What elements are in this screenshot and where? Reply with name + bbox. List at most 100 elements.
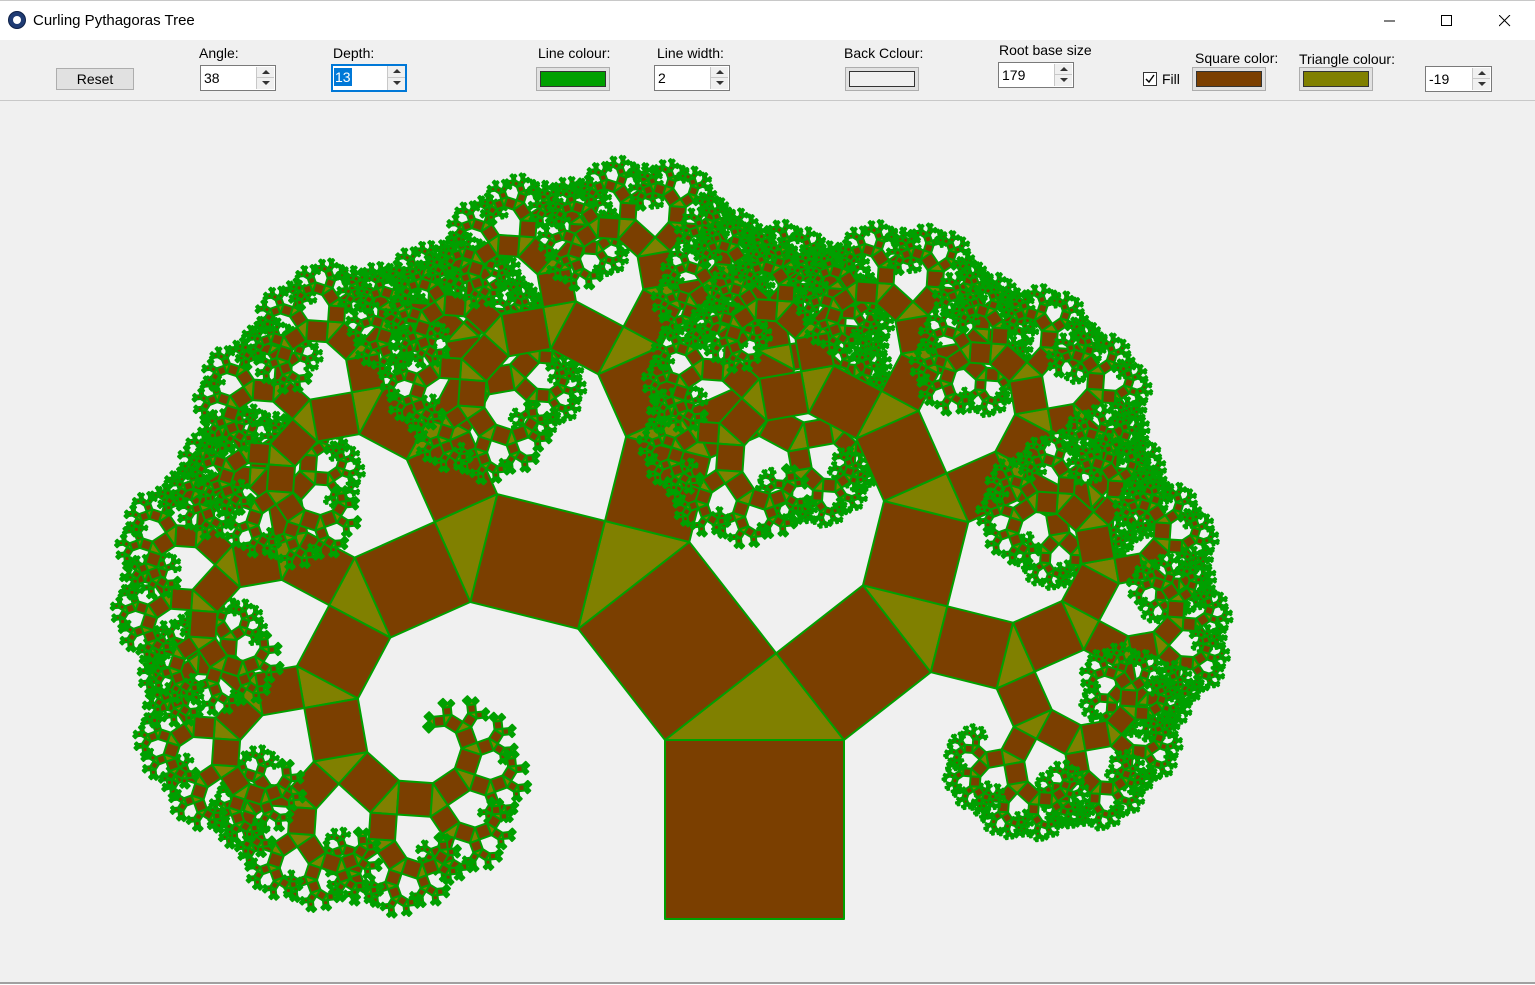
depth-spinner[interactable]: 13 [331, 64, 407, 92]
leaf-square [133, 741, 140, 747]
leaf-square [153, 687, 160, 694]
root-base-size-down-arrow-icon[interactable] [1055, 75, 1072, 86]
leaf-square [332, 440, 338, 446]
depth-value[interactable]: 13 [334, 68, 352, 86]
leaf-square [379, 261, 385, 266]
leaf-square [305, 906, 312, 913]
leaf-square [164, 475, 170, 481]
leaf-square [234, 508, 241, 515]
leaf-square [139, 751, 147, 758]
leaf-square [336, 286, 342, 292]
maximize-button[interactable] [1424, 1, 1470, 41]
leaf-square [163, 687, 169, 693]
triangle-colour-button[interactable] [1299, 67, 1373, 91]
leaf-square [131, 531, 138, 538]
offset-value[interactable]: -19 [1428, 70, 1450, 88]
leaf-square [417, 253, 421, 258]
leaf-square [348, 899, 355, 906]
angle-value[interactable]: 38 [203, 69, 221, 87]
leaf-square [351, 445, 357, 451]
leaf-square [186, 815, 192, 821]
leaf-square [272, 765, 277, 770]
leaf-square [213, 409, 219, 415]
leaf-square [177, 450, 183, 456]
reset-button[interactable]: Reset [56, 68, 134, 90]
root-base-size-up-arrow-icon[interactable] [1055, 64, 1072, 75]
leaf-square [262, 351, 267, 357]
leaf-square [278, 553, 284, 559]
leaf-square [131, 556, 136, 562]
leaf-square [256, 820, 266, 830]
leaf-square [197, 426, 203, 433]
offset-up-arrow-icon[interactable] [1473, 68, 1490, 79]
offset-spinner[interactable]: -19 [1425, 66, 1492, 92]
leaf-square [266, 419, 273, 425]
tree-square [314, 470, 330, 487]
leaf-square [275, 411, 281, 416]
leaf-square [337, 297, 343, 303]
leaf-square [234, 353, 241, 359]
leaf-square [183, 523, 190, 530]
leaf-square [355, 452, 360, 457]
leaf-square [114, 538, 120, 544]
leaf-square [219, 510, 226, 517]
close-button[interactable] [1482, 1, 1528, 41]
leaf-square [251, 437, 259, 445]
fill-checkbox[interactable] [1143, 72, 1157, 86]
leaf-square [294, 304, 301, 311]
leaf-square [529, 282, 534, 288]
leaf-square [238, 445, 245, 452]
angle-down-arrow-icon[interactable] [257, 78, 274, 89]
leaf-square [362, 873, 369, 880]
leaf-square [148, 774, 155, 781]
leaf-square [254, 415, 259, 419]
leaf-square [400, 910, 408, 917]
leaf-square [240, 852, 247, 859]
leaf-square [296, 776, 305, 785]
line-width-up-arrow-icon[interactable] [711, 67, 728, 78]
leaf-square [481, 707, 491, 717]
leaf-square [370, 262, 376, 267]
leaf-square [250, 430, 260, 439]
leaf-square [307, 543, 313, 549]
leaf-square [117, 623, 124, 630]
leaf-square [184, 695, 191, 702]
leaf-square [371, 360, 377, 366]
tree-square [309, 391, 361, 443]
angle-spinner[interactable]: 38 [200, 65, 276, 91]
back-colour-button[interactable] [845, 67, 919, 91]
line-width-spinner[interactable]: 2 [654, 65, 730, 91]
leaf-square [115, 550, 122, 556]
root-base-size-spinner[interactable]: 179 [998, 62, 1074, 88]
depth-up-arrow-icon[interactable] [388, 66, 405, 78]
leaf-square [395, 252, 401, 258]
leaf-square [126, 594, 133, 601]
line-colour-button[interactable] [536, 67, 610, 91]
line-width-down-arrow-icon[interactable] [711, 78, 728, 89]
offset-down-arrow-icon[interactable] [1473, 79, 1490, 90]
leaf-square [355, 350, 361, 356]
leaf-square [162, 711, 168, 717]
leaf-square [346, 833, 351, 838]
leaf-square [497, 758, 504, 765]
leaf-square [342, 827, 348, 832]
leaf-square [204, 448, 211, 455]
minimize-button[interactable] [1367, 1, 1413, 41]
leaf-square [419, 294, 424, 299]
root-base-size-value[interactable]: 179 [1001, 66, 1026, 84]
line-width-value[interactable]: 2 [657, 69, 667, 87]
leaf-square [143, 712, 149, 718]
leaf-square [295, 270, 301, 276]
leaf-square [304, 370, 314, 380]
angle-up-arrow-icon[interactable] [257, 67, 274, 78]
square-color-button[interactable] [1192, 67, 1266, 91]
leaf-square [199, 414, 206, 421]
depth-down-arrow-icon[interactable] [388, 78, 405, 90]
drawing-canvas[interactable] [0, 101, 1535, 982]
fill-label[interactable]: Fill [1162, 71, 1180, 87]
leaf-square [323, 499, 327, 504]
leaf-square [255, 851, 262, 858]
leaf-square [271, 750, 276, 756]
leaf-square [222, 518, 229, 525]
leaf-square [353, 522, 362, 530]
